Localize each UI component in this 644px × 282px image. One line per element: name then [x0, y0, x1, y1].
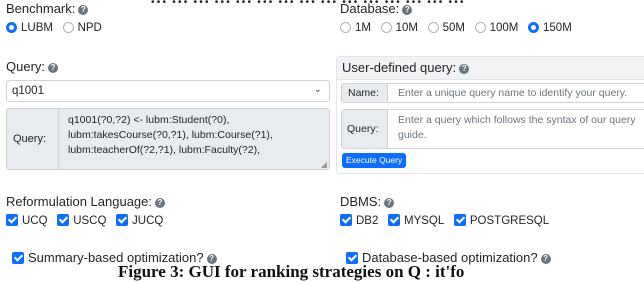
checkbox-checked-icon[interactable] [340, 214, 352, 226]
figure-caption-clipped: Figure 3: GUI for ranking strategies on … [118, 262, 465, 281]
help-icon[interactable]: ? [78, 5, 89, 15]
query-textarea[interactable]: q1001(?0,?2) <- lubm:Student(?0), lubm:t… [58, 109, 329, 169]
checkbox-jucq[interactable]: JUCQ [116, 214, 164, 227]
query-prefix-label: Query: [13, 133, 47, 145]
checkbox-checked-icon[interactable] [388, 214, 400, 226]
radio-icon[interactable] [427, 22, 439, 33]
radio-lubm-label: LUBM [21, 22, 53, 34]
checkbox-db2-label: DB2 [356, 215, 379, 227]
execute-query-button[interactable]: Execute Query [342, 153, 407, 168]
benchmark-options: LUBM NPD [6, 19, 108, 34]
radio-icon[interactable] [340, 22, 351, 33]
radio-100m[interactable]: 100M [474, 22, 519, 34]
help-icon[interactable]: ? [384, 198, 395, 208]
radio-10m[interactable]: 10M [380, 22, 418, 34]
name-input[interactable]: Enter a unique query name to identify yo… [398, 87, 627, 99]
checkbox-checked-icon[interactable] [6, 214, 18, 226]
user-query-textarea[interactable]: Enter a query which follows the syntax o… [398, 113, 644, 143]
radio-icon[interactable] [62, 22, 74, 33]
checkbox-mysql[interactable]: MYSQL [388, 214, 445, 227]
checkbox-checked-icon[interactable] [453, 214, 466, 226]
resize-handle-icon[interactable]: ◢ [321, 160, 327, 169]
dbms-label: DBMS: [340, 194, 382, 209]
query-select[interactable]: q1001 ⌄ [6, 80, 330, 102]
checkbox-jucq-label: JUCQ [132, 215, 164, 227]
help-icon[interactable]: ? [459, 64, 470, 74]
reformulation-options: UCQ USCQ JUCQ [6, 212, 169, 227]
user-query-panel: User-defined query:? Name: Enter a uniqu… [336, 56, 644, 174]
dbms-label-row: DBMS:? [340, 194, 395, 209]
checkbox-mysql-label: MYSQL [404, 215, 445, 227]
radio-10m-label: 10M [395, 22, 418, 34]
help-icon[interactable]: ? [48, 63, 59, 73]
radio-150m-label: 150M [543, 22, 572, 34]
help-icon[interactable]: ? [155, 198, 165, 208]
radio-50m[interactable]: 50M [427, 22, 465, 34]
query-label-row: Query:? [6, 59, 59, 74]
checkbox-checked-icon[interactable] [116, 214, 129, 226]
chevron-down-icon: ⌄ [313, 84, 322, 95]
checkbox-uscq-label: USCQ [73, 215, 107, 227]
radio-selected-icon[interactable] [528, 22, 540, 33]
radio-1m-label: 1M [355, 22, 371, 34]
checkbox-checked-icon[interactable] [57, 214, 70, 226]
radio-lubm[interactable]: LUBM [6, 22, 53, 34]
database-label: Database: [340, 1, 400, 16]
user-query-label: User-defined query: [342, 60, 457, 75]
checkbox-checked-icon[interactable] [12, 252, 24, 264]
user-query-label-row: User-defined query:? [342, 60, 470, 75]
radio-150m[interactable]: 150M [528, 22, 572, 34]
user-query-input-label: Query: [342, 110, 388, 148]
radio-100m-label: 100M [489, 22, 519, 34]
help-icon[interactable]: ? [402, 5, 413, 15]
database-label-row: Database:? [340, 1, 413, 16]
name-input-group: Name: Enter a unique query name to ident… [341, 83, 644, 103]
checkbox-postgresql[interactable]: POSTGRESQL [453, 214, 550, 227]
checkbox-ucq[interactable]: UCQ [6, 214, 48, 227]
radio-icon[interactable] [474, 22, 486, 33]
radio-selected-icon[interactable] [6, 22, 17, 33]
radio-1m[interactable]: 1M [340, 22, 371, 34]
top-clipped-caption: … … … … … … … … … … … … … … … [150, 0, 465, 8]
user-query-input-group: Query: Enter a query which follows the s… [341, 109, 644, 149]
reformulation-label: Reformulation Language: [6, 194, 152, 209]
dbms-options: DB2 MYSQL POSTGRESQL [340, 212, 555, 227]
radio-icon[interactable] [380, 22, 392, 33]
name-input-label: Name: [342, 84, 388, 102]
query-textarea-text: q1001(?0,?2) <- lubm:Student(?0), lubm:t… [68, 114, 273, 156]
checkbox-uscq[interactable]: USCQ [57, 214, 107, 227]
benchmark-label: Benchmark: [6, 1, 76, 16]
benchmark-label-row: Benchmark:? [6, 1, 89, 16]
query-select-value: q1001 [12, 85, 44, 97]
query-label: Query: [6, 59, 46, 74]
help-icon[interactable]: ? [540, 254, 551, 264]
radio-50m-label: 50M [442, 22, 465, 34]
checkbox-postgresql-label: POSTGRESQL [469, 215, 550, 227]
checkbox-ucq-label: UCQ [22, 215, 48, 227]
checkbox-db2[interactable]: DB2 [340, 214, 379, 227]
radio-npd[interactable]: NPD [62, 22, 102, 34]
database-options: 1M 10M 50M 100M 150M [340, 19, 578, 34]
query-text-group: Query: q1001(?0,?2) <- lubm:Student(?0),… [6, 108, 330, 170]
reformulation-label-row: Reformulation Language:? [6, 194, 165, 209]
radio-npd-label: NPD [77, 22, 102, 34]
